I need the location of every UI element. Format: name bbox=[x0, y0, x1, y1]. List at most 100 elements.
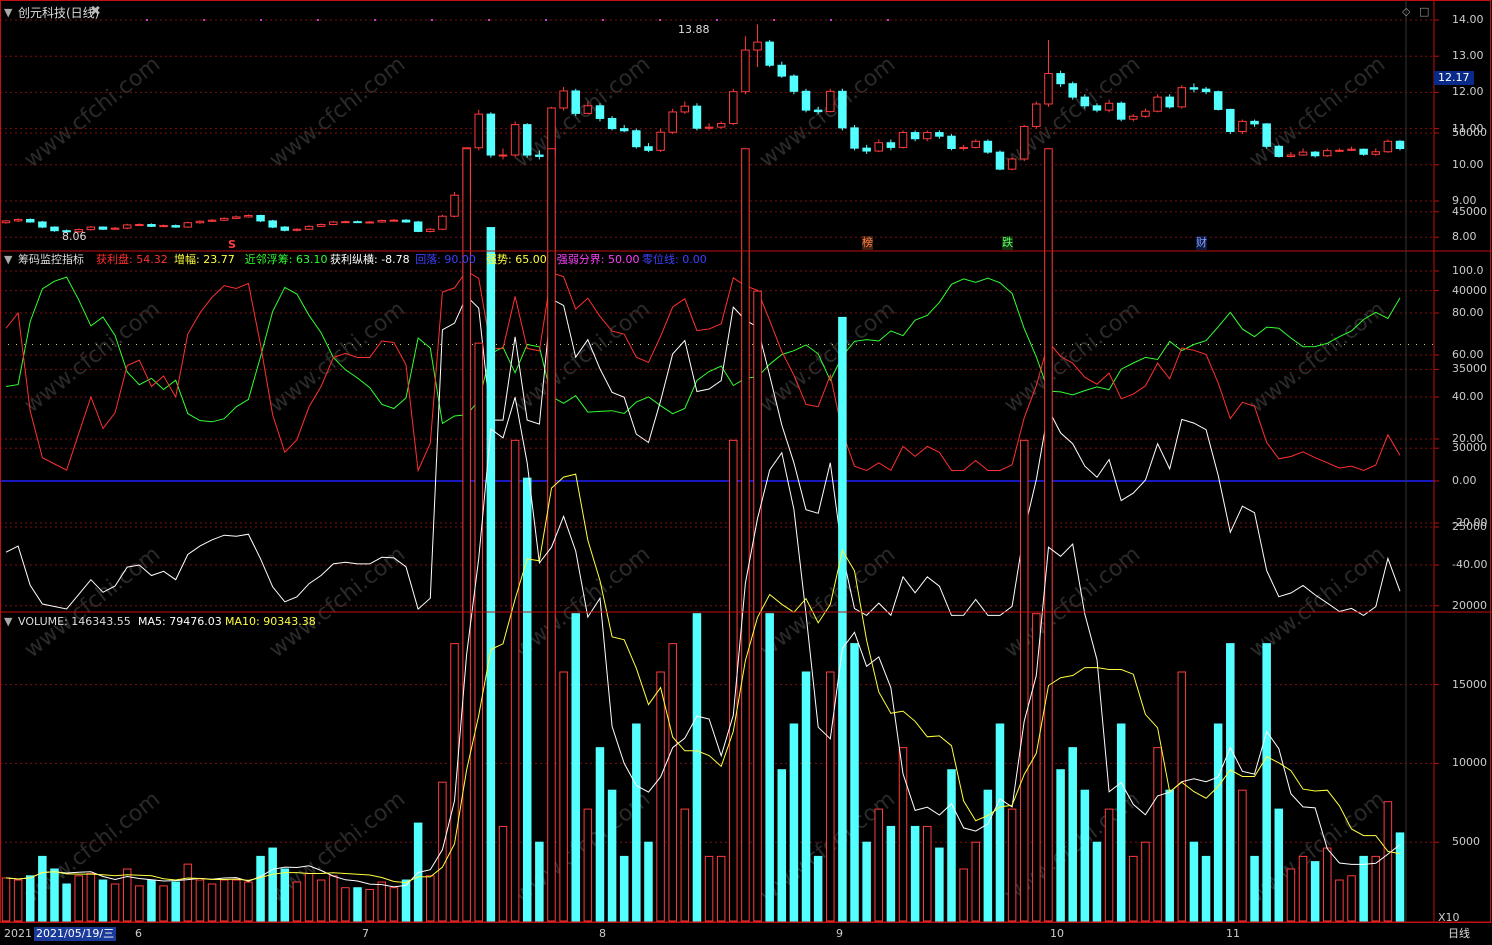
close-circle-icon[interactable]: ✖ bbox=[90, 5, 101, 19]
candle-body bbox=[656, 131, 665, 151]
candle-body bbox=[668, 111, 677, 133]
volume-bar bbox=[886, 825, 896, 922]
event-marker-s[interactable]: S bbox=[228, 238, 236, 252]
volume-bar bbox=[13, 879, 23, 922]
month-label: 9 bbox=[836, 927, 843, 940]
candle-body bbox=[219, 217, 229, 221]
volume-bar bbox=[801, 671, 811, 922]
candle-body bbox=[741, 49, 750, 93]
volume-bar bbox=[292, 881, 302, 922]
candle-body bbox=[1201, 88, 1211, 93]
volume-bar bbox=[535, 841, 544, 922]
volume-tick-label: 35000 bbox=[1452, 362, 1487, 376]
volume-tick-label: 5000 bbox=[1452, 835, 1480, 849]
volume-bar bbox=[789, 723, 799, 922]
candle-body bbox=[280, 226, 290, 231]
volume-bar bbox=[692, 613, 702, 922]
candle-body bbox=[716, 123, 726, 128]
candle-body bbox=[1092, 105, 1102, 111]
top-marker-dot bbox=[431, 19, 433, 21]
volume-bar bbox=[644, 841, 653, 922]
event-marker-bang[interactable]: 榜 bbox=[862, 236, 873, 250]
indicator-tick-label: 40.00 bbox=[1452, 390, 1484, 403]
square-icon[interactable]: □ bbox=[1419, 5, 1429, 19]
volume-bar bbox=[232, 879, 241, 922]
volume-bar bbox=[1250, 855, 1259, 922]
price-tick-label: 13.00 bbox=[1452, 49, 1484, 63]
volume-bar bbox=[341, 887, 350, 922]
volume-ma5-line bbox=[5, 397, 1401, 888]
volume-bar bbox=[632, 723, 641, 922]
indicator-legend-item: 获利盘: 54.32 bbox=[96, 253, 168, 266]
volume-ma10-line bbox=[5, 473, 1401, 884]
volume-bar bbox=[1165, 789, 1174, 922]
volume-bar bbox=[207, 883, 217, 922]
volume-bar bbox=[438, 781, 447, 922]
candle-body bbox=[559, 90, 568, 109]
candle-body bbox=[983, 140, 993, 153]
volume-bar bbox=[1298, 855, 1308, 922]
candle-body bbox=[704, 126, 714, 129]
low-price-label: 8.06 bbox=[62, 230, 87, 243]
volume-bar bbox=[147, 879, 156, 922]
volume-unit: X10 bbox=[1438, 911, 1460, 924]
volume-bar bbox=[1019, 439, 1029, 922]
period-label[interactable]: 日线 bbox=[1448, 927, 1470, 941]
candle-body bbox=[183, 222, 193, 228]
candle-body bbox=[50, 226, 59, 232]
indicator-legend-item: 强弱分界: 50.00 bbox=[556, 253, 640, 266]
candle-body bbox=[413, 221, 423, 232]
candle-body bbox=[753, 41, 762, 51]
diamond-icon[interactable]: ◇ bbox=[1402, 5, 1410, 19]
volume-bar bbox=[522, 477, 532, 922]
candle-body bbox=[1359, 148, 1368, 155]
indicator-tick-label: 100.0 bbox=[1452, 264, 1484, 277]
volume-bar bbox=[316, 879, 326, 922]
volume-bar bbox=[874, 808, 884, 922]
volume-bar bbox=[1007, 808, 1017, 922]
volume-bar bbox=[195, 879, 205, 922]
event-marker-cai[interactable]: 财 bbox=[1196, 236, 1207, 250]
volume-bar bbox=[1274, 808, 1284, 922]
volume-bar bbox=[680, 808, 690, 922]
top-marker-dot bbox=[659, 19, 661, 21]
candle-body bbox=[1116, 102, 1126, 120]
indicator-collapse-icon[interactable]: ▼ bbox=[4, 253, 12, 267]
candle-body bbox=[135, 224, 144, 227]
volume-bar bbox=[1323, 847, 1332, 922]
volume-bar bbox=[365, 888, 374, 922]
candle-body bbox=[171, 225, 180, 228]
candle-body bbox=[535, 154, 544, 157]
volume-name: VOLUME: 146343.55 bbox=[18, 615, 131, 628]
top-marker-dot bbox=[146, 19, 148, 21]
volume-bar bbox=[1335, 879, 1344, 922]
collapse-toggle-icon[interactable]: ▼ bbox=[4, 6, 12, 20]
candle-body bbox=[607, 117, 617, 130]
candle-body bbox=[1262, 123, 1271, 147]
candle-body bbox=[474, 113, 484, 149]
volume-bar bbox=[50, 868, 59, 922]
volume-bar bbox=[862, 841, 871, 922]
volume-bar bbox=[656, 671, 665, 922]
volume-bar bbox=[498, 825, 508, 922]
candle-body bbox=[1298, 151, 1308, 156]
volume-bar bbox=[959, 868, 968, 922]
volume-collapse-icon[interactable]: ▼ bbox=[4, 615, 12, 629]
stock-chart[interactable] bbox=[0, 0, 1492, 945]
candle-body bbox=[765, 41, 774, 66]
candle-body bbox=[910, 132, 920, 140]
top-marker-dot bbox=[374, 19, 376, 21]
volume-bar bbox=[729, 439, 738, 922]
volume-bar bbox=[86, 873, 96, 922]
volume-bar bbox=[1116, 723, 1126, 922]
volume-tick-label: 30000 bbox=[1452, 441, 1487, 455]
volume-ma5: MA5: 79476.03 bbox=[138, 615, 222, 628]
volume-bar bbox=[1189, 841, 1199, 922]
cursor-date[interactable]: 2021/05/19/三 bbox=[34, 927, 117, 941]
volume-bar bbox=[304, 873, 314, 922]
candle-body bbox=[1153, 96, 1162, 112]
volume-bar bbox=[838, 316, 847, 922]
indicator-tick-label: 60.00 bbox=[1452, 348, 1484, 361]
event-marker-die[interactable]: 跌 bbox=[1002, 236, 1013, 250]
candle-body bbox=[971, 140, 980, 148]
